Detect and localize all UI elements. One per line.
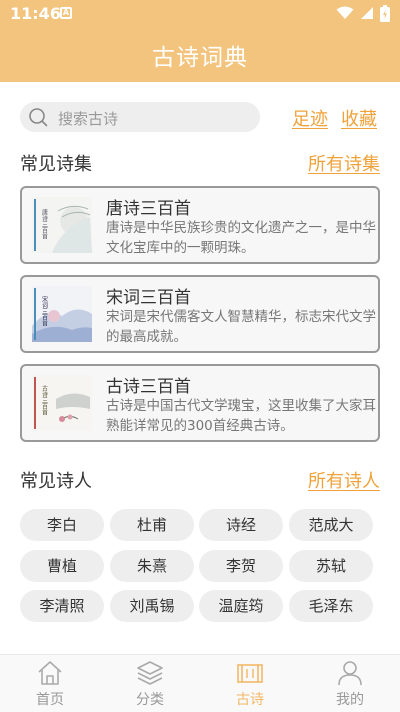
collection-cover-image: 唐诗三百首 [32, 197, 92, 253]
cover-text: 唐诗三百首 [41, 208, 48, 240]
poet-chip[interactable]: 李白 [20, 509, 104, 541]
poet-chip[interactable]: 杜甫 [110, 509, 194, 541]
status-time: 11:46 [10, 4, 61, 23]
cover-text: 宋词三百首 [41, 295, 48, 327]
collections-section-title: 常见诗集 [20, 154, 92, 175]
battery-icon [380, 4, 390, 22]
poet-chip[interactable]: 温庭筠 [199, 590, 283, 622]
collection-title: 宋词三百首 [106, 288, 191, 308]
poet-chip[interactable]: 曹植 [20, 550, 104, 582]
collection-title: 唐诗三百首 [106, 199, 191, 219]
cover-accent-line [34, 288, 36, 340]
collection-description: 宋词是宋代儒客文人智慧精华，标志宋代文学的最高成就。 [106, 309, 376, 345]
poet-chip[interactable]: 诗经 [199, 509, 283, 541]
all-collections-link[interactable]: 所有诗集 [308, 150, 380, 176]
collection-cover-image: 宋词三百首 [32, 286, 92, 342]
tab-label: 我的 [336, 692, 364, 708]
status-bar: 11:46 A [0, 0, 400, 28]
home-icon [38, 661, 62, 685]
tab-category[interactable]: 分类 [100, 655, 200, 712]
cover-accent-line [34, 377, 36, 429]
wifi-icon [336, 6, 354, 19]
cover-accent-line [34, 199, 36, 251]
favorites-link[interactable]: 收藏 [341, 105, 377, 131]
collection-description: 古诗是中国古代文学瑰宝，这里收集了大家耳熟能详常见的300首经典古诗。 [106, 398, 376, 434]
search-icon [29, 108, 48, 127]
poet-chip[interactable]: 苏轼 [289, 550, 373, 582]
user-icon [338, 661, 362, 686]
poet-chip[interactable]: 李贺 [199, 550, 283, 582]
poet-chip[interactable]: 范成大 [289, 509, 373, 541]
cover-painting: 宋词三百首 [32, 286, 92, 342]
cover-painting: 古诗三百首 [32, 375, 92, 431]
all-poets-link[interactable]: 所有诗人 [308, 467, 380, 493]
collection-card-gushi[interactable]: 古诗三百首 古诗三百首 古诗是中国古代文学瑰宝，这里收集了大家耳熟能详常见的30… [20, 364, 380, 442]
cover-text: 古诗三百首 [41, 384, 48, 416]
scroll-icon [237, 664, 263, 683]
collection-card-song[interactable]: 宋词三百首 宋词三百首 宋词是宋代儒客文人智慧精华，标志宋代文学的最高成就。 [20, 275, 380, 353]
layers-icon [137, 661, 163, 685]
tab-home[interactable]: 首页 [0, 655, 100, 712]
poet-chip[interactable]: 李清照 [20, 590, 104, 622]
collection-card-tang[interactable]: 唐诗三百首 唐诗三百首 唐诗是中华民族珍贵的文化遗产之一，是中华文化宝库中的一颗… [20, 186, 380, 264]
search-input[interactable]: 搜索古诗 [20, 102, 260, 132]
poet-chip[interactable]: 毛泽东 [289, 590, 373, 622]
notification-icon: A [60, 7, 72, 19]
collection-description: 唐诗是中华民族珍贵的文化遗产之一，是中华文化宝库中的一颗明珠。 [106, 220, 376, 256]
tab-label: 分类 [136, 692, 164, 708]
tab-label: 首页 [36, 692, 64, 708]
status-icons [336, 4, 390, 22]
signal-icon [361, 7, 373, 19]
poet-chip[interactable]: 刘禹锡 [110, 590, 194, 622]
footprint-link[interactable]: 足迹 [292, 105, 328, 131]
collection-title: 古诗三百首 [106, 377, 191, 397]
cover-painting: 唐诗三百首 [32, 197, 92, 253]
tab-label: 古诗 [236, 692, 264, 708]
bottom-tab-bar: 首页 分类 古诗 我的 [0, 654, 400, 712]
collection-cover-image: 古诗三百首 [32, 375, 92, 431]
poets-section-title: 常见诗人 [20, 471, 92, 492]
search-placeholder: 搜索古诗 [58, 110, 119, 128]
tab-profile[interactable]: 我的 [300, 655, 400, 712]
poet-chip[interactable]: 朱熹 [110, 550, 194, 582]
tab-poems[interactable]: 古诗 [200, 655, 300, 712]
page-title: 古诗词典 [152, 45, 248, 71]
app-header: 11:46 A 古诗词典 [0, 0, 400, 82]
